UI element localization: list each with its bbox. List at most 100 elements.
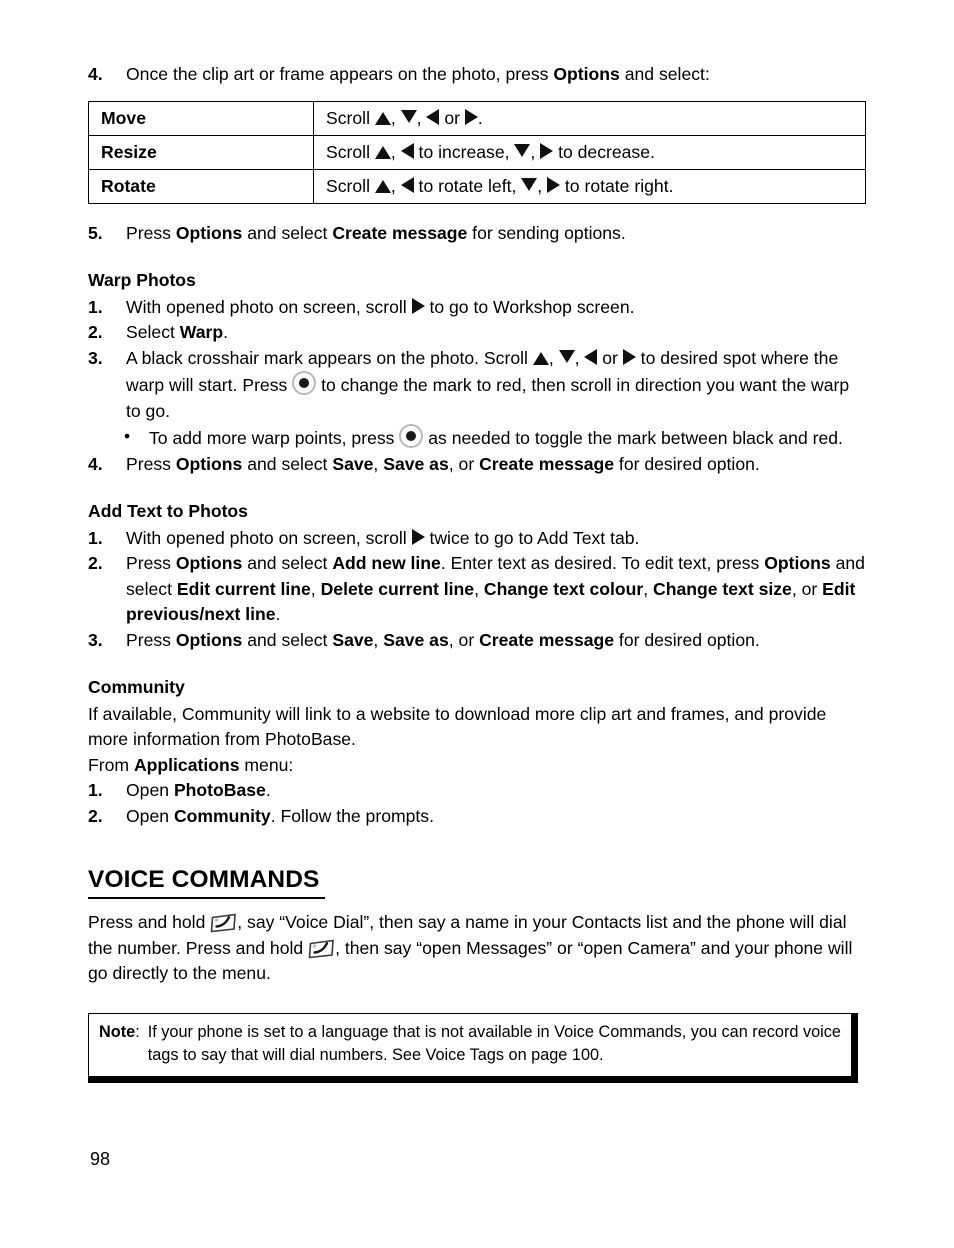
bold-term: Create message: [479, 453, 615, 474]
table-cell-label: Resize: [88, 134, 314, 170]
triangle-up-icon: [532, 351, 549, 365]
text-fragment: ,: [548, 347, 559, 368]
table-row: Move Scroll , , or .: [88, 100, 866, 136]
text-fragment: ,: [574, 347, 585, 368]
section-heading-community: Community: [88, 677, 185, 697]
triangle-left-icon: [426, 108, 440, 125]
bold-term: Save as: [383, 629, 449, 650]
list-number: 3.: [88, 347, 103, 368]
text-fragment: and select: [242, 222, 333, 243]
bold-term: Change text size: [653, 578, 792, 599]
text-fragment: for desired option.: [614, 629, 760, 650]
text-fragment: Open: [126, 805, 174, 826]
text-fragment: With opened photo on screen, scroll: [126, 527, 412, 548]
list-text: Press Options and select Create message …: [126, 221, 868, 247]
text-fragment: to rotate left,: [413, 175, 522, 196]
list-text: With opened photo on screen, scroll to g…: [126, 295, 868, 321]
bold-term: PhotoBase: [173, 780, 266, 800]
list-number: 5.: [88, 222, 103, 243]
triangle-down-icon: [514, 143, 531, 157]
list-text: Press Options and select Save, Save as, …: [126, 452, 868, 478]
table-cell-value: Scroll , , or .: [313, 100, 866, 136]
list-number: 2.: [88, 805, 103, 826]
list-text: Open Community. Follow the prompts.: [126, 804, 868, 830]
text-fragment: ,: [643, 578, 653, 599]
list-item: 2. Press Options and select Add new line…: [88, 551, 868, 628]
list-text: Open PhotoBase.: [126, 778, 868, 804]
list-number: 1.: [88, 527, 103, 548]
text-fragment: menu:: [239, 754, 294, 775]
text-fragment: to decrease.: [553, 141, 655, 162]
list-item: 1. With opened photo on screen, scroll t…: [88, 295, 868, 321]
bullet-marker: •: [124, 426, 131, 446]
bold-term: Options: [553, 64, 620, 84]
text-fragment: ,: [390, 175, 401, 196]
triangle-right-icon: [411, 528, 425, 545]
options-table: Move Scroll , , or . Resize Scroll , to …: [88, 100, 866, 204]
list-number: 1.: [88, 296, 103, 317]
text-fragment: twice to go to Add Text tab.: [424, 527, 640, 548]
text-fragment: Press: [126, 453, 176, 474]
text-fragment: ,: [373, 453, 384, 474]
list-text: Press Options and select Add new line. E…: [126, 551, 868, 628]
text-fragment: . Enter text as desired. To edit text, p…: [440, 553, 765, 573]
text-fragment: to increase,: [413, 141, 515, 162]
bold-term: Options: [175, 453, 243, 474]
text-fragment: ,: [474, 578, 484, 599]
bold-term: Create message: [332, 222, 468, 243]
bold-term: Applications: [133, 754, 240, 775]
table-row: Rotate Scroll , to rotate left, , to rot…: [88, 168, 866, 204]
bold-term: Options: [175, 553, 243, 573]
triangle-right-icon: [622, 348, 636, 365]
bold-term: Warp: [179, 322, 224, 342]
triangle-up-icon: [374, 111, 391, 125]
bold-term: Delete current line: [320, 578, 475, 599]
text-fragment: Press: [126, 222, 176, 243]
page-title-voice-commands: VOICE COMMANDS: [88, 865, 326, 899]
list-number: 1.: [88, 780, 103, 800]
list-number: 4.: [88, 453, 103, 474]
send-key-icon: [210, 913, 237, 933]
list-number: 2.: [88, 553, 103, 573]
text-fragment: . Follow the prompts.: [270, 805, 434, 826]
text-fragment: and select: [242, 453, 333, 474]
bold-term: Note: [99, 1022, 136, 1041]
triangle-up-icon: [374, 179, 391, 193]
text-fragment: With opened photo on screen, scroll: [126, 296, 412, 317]
text-fragment: From: [88, 754, 134, 775]
text-fragment: to go to Workshop screen.: [424, 296, 635, 317]
section-heading-add-text-to-photos: Add Text to Photos: [88, 501, 248, 521]
text-fragment: .: [265, 780, 271, 800]
list-text: Press Options and select Save, Save as, …: [126, 628, 868, 654]
text-fragment: , or: [448, 629, 480, 650]
text-fragment: for sending options.: [467, 222, 626, 243]
triangle-right-icon: [464, 108, 478, 125]
voice-commands-heading-wrap: VOICE COMMANDS: [88, 829, 868, 908]
text-fragment: , or: [791, 578, 823, 599]
text-fragment: ,: [416, 107, 427, 128]
text-fragment: Open: [126, 780, 174, 800]
note-text: If your phone is set to a language that …: [147, 1022, 841, 1065]
center-select-button-icon: [292, 371, 317, 395]
text-fragment: Press: [126, 629, 176, 650]
note-label: Note:: [99, 1021, 148, 1045]
bold-term: Save: [332, 629, 374, 650]
triangle-left-icon: [400, 142, 414, 159]
text-fragment: ,: [310, 578, 321, 599]
triangle-down-icon: [400, 109, 417, 123]
text-fragment: for desired option.: [614, 453, 760, 474]
text-fragment: and select: [242, 629, 333, 650]
center-select-button-icon: [399, 424, 424, 448]
text-fragment: Once the clip art or frame appears on th…: [126, 64, 554, 84]
text-fragment: to rotate right.: [560, 175, 674, 196]
list-item: 4. Press Options and select Save, Save a…: [88, 452, 868, 478]
list-number: 3.: [88, 629, 103, 650]
bold-term: Options: [175, 222, 243, 243]
table-cell-label: Rotate: [88, 168, 314, 204]
bold-term: Edit current line: [176, 578, 311, 599]
text-fragment: ,: [537, 175, 548, 196]
text-fragment: To add more warp points, press: [149, 428, 400, 448]
bold-term: Create message: [479, 629, 615, 650]
list-item: • To add more warp points, press as need…: [88, 424, 868, 452]
list-item: 5. Press Options and select Create messa…: [88, 221, 868, 247]
